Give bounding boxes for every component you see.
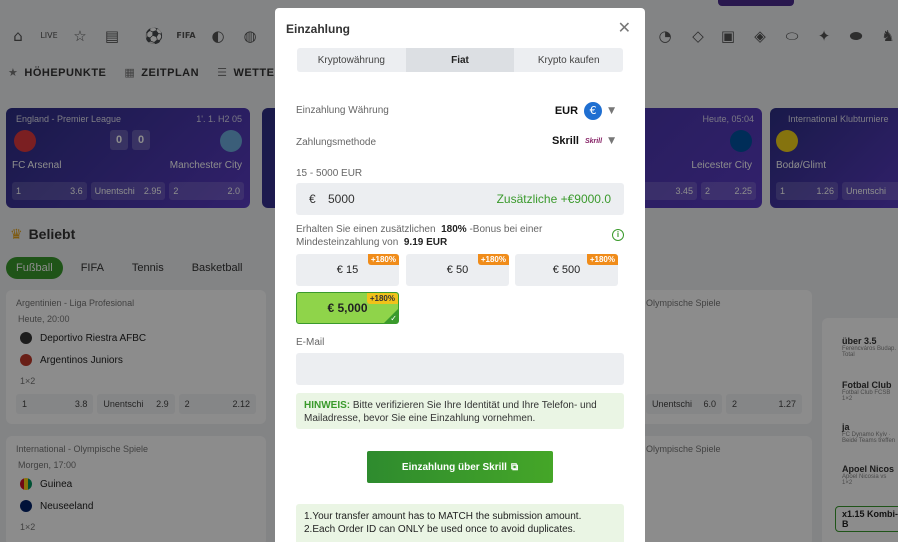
bonus-tag: +180% (586, 254, 618, 265)
rule-item: 2.Each Order ID can ONLY be used once to… (304, 524, 576, 535)
payment-method-label: Zahlungsmethode (296, 137, 377, 148)
payment-method-value: Skrill (552, 135, 579, 147)
preset-amount-15[interactable]: € 15 +180% (296, 254, 399, 286)
email-label: E-Mail (296, 337, 325, 348)
tab-crypto[interactable]: Kryptowährung (297, 48, 406, 72)
verification-notice: HINWEIS: Bitte verifizieren Sie Ihre Ide… (296, 393, 624, 429)
email-field[interactable] (296, 353, 624, 385)
transfer-rules: 1.Your transfer amount has to MATCH the … (296, 504, 624, 542)
bonus-tag: +180% (477, 254, 509, 265)
amount-range: 15 - 5000 EUR (296, 168, 363, 179)
close-icon[interactable]: ✕ (618, 18, 631, 37)
currency-value: EUR (554, 105, 579, 117)
deposit-skrill-button[interactable]: Einzahlung über Skrill ⧉ (367, 451, 553, 483)
info-icon[interactable]: i (612, 229, 624, 241)
external-link-icon: ⧉ (510, 461, 519, 473)
preset-amount-5000[interactable]: € 5,000 +180% ✓ (296, 292, 399, 324)
modal-title: Einzahlung (286, 22, 350, 36)
bonus-tag: +180% (366, 293, 398, 304)
bonus-tag: +180% (367, 254, 399, 265)
currency-label: Einzahlung Währung (296, 105, 389, 116)
deposit-tabs: Kryptowährung Fiat Krypto kaufen (297, 48, 623, 72)
currency-select[interactable]: EUR € ▼ (555, 102, 615, 120)
euro-icon: € (584, 102, 603, 120)
payment-method-select[interactable]: Skrill Skrill ▼ (552, 135, 615, 147)
rule-item: 1.Your transfer amount has to MATCH the … (304, 511, 582, 522)
preset-amount-500[interactable]: € 500 +180% (515, 254, 618, 286)
tab-fiat[interactable]: Fiat (405, 48, 515, 72)
amount-bonus: Zusätzliche +€9000.0 (496, 192, 611, 206)
tab-buy-crypto[interactable]: Krypto kaufen (514, 48, 623, 72)
amount-value: 5000 (328, 192, 355, 206)
preset-amount-50[interactable]: € 50 +180% (406, 254, 509, 286)
skrill-logo: Skrill (584, 137, 603, 145)
chevron-down-icon: ▼ (608, 136, 615, 146)
check-icon: ✓ (390, 314, 397, 323)
amount-currency-symbol: € (309, 192, 316, 206)
chevron-down-icon: ▼ (608, 106, 615, 116)
amount-input[interactable]: € 5000 Zusätzliche +€9000.0 (296, 183, 624, 215)
deposit-modal: Einzahlung ✕ Kryptowährung Fiat Krypto k… (275, 8, 645, 542)
bonus-description: Erhalten Sie einen zusätzlichen 180% -Bo… (296, 224, 543, 248)
